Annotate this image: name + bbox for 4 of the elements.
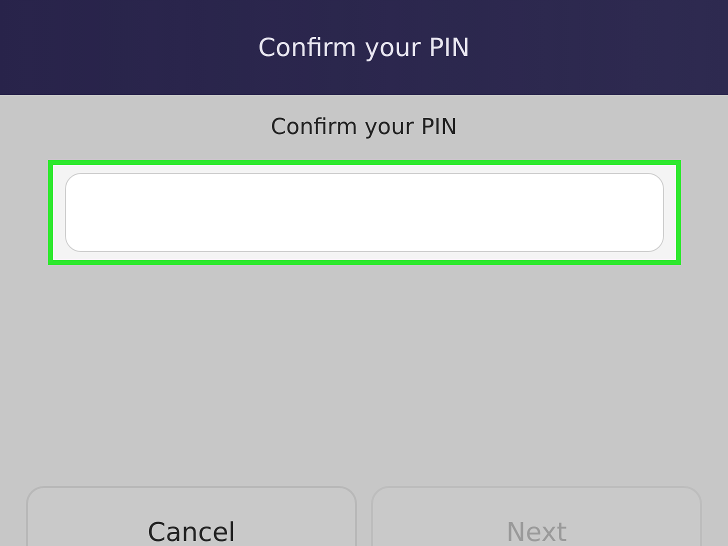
- dialog-button[interactable]: Cancel: [26, 486, 357, 546]
- pin-input-field[interactable]: [64, 173, 664, 252]
- prompt-text: Confirm your PIN: [270, 115, 458, 140]
- header-title: Confirm your PIN: [258, 33, 470, 62]
